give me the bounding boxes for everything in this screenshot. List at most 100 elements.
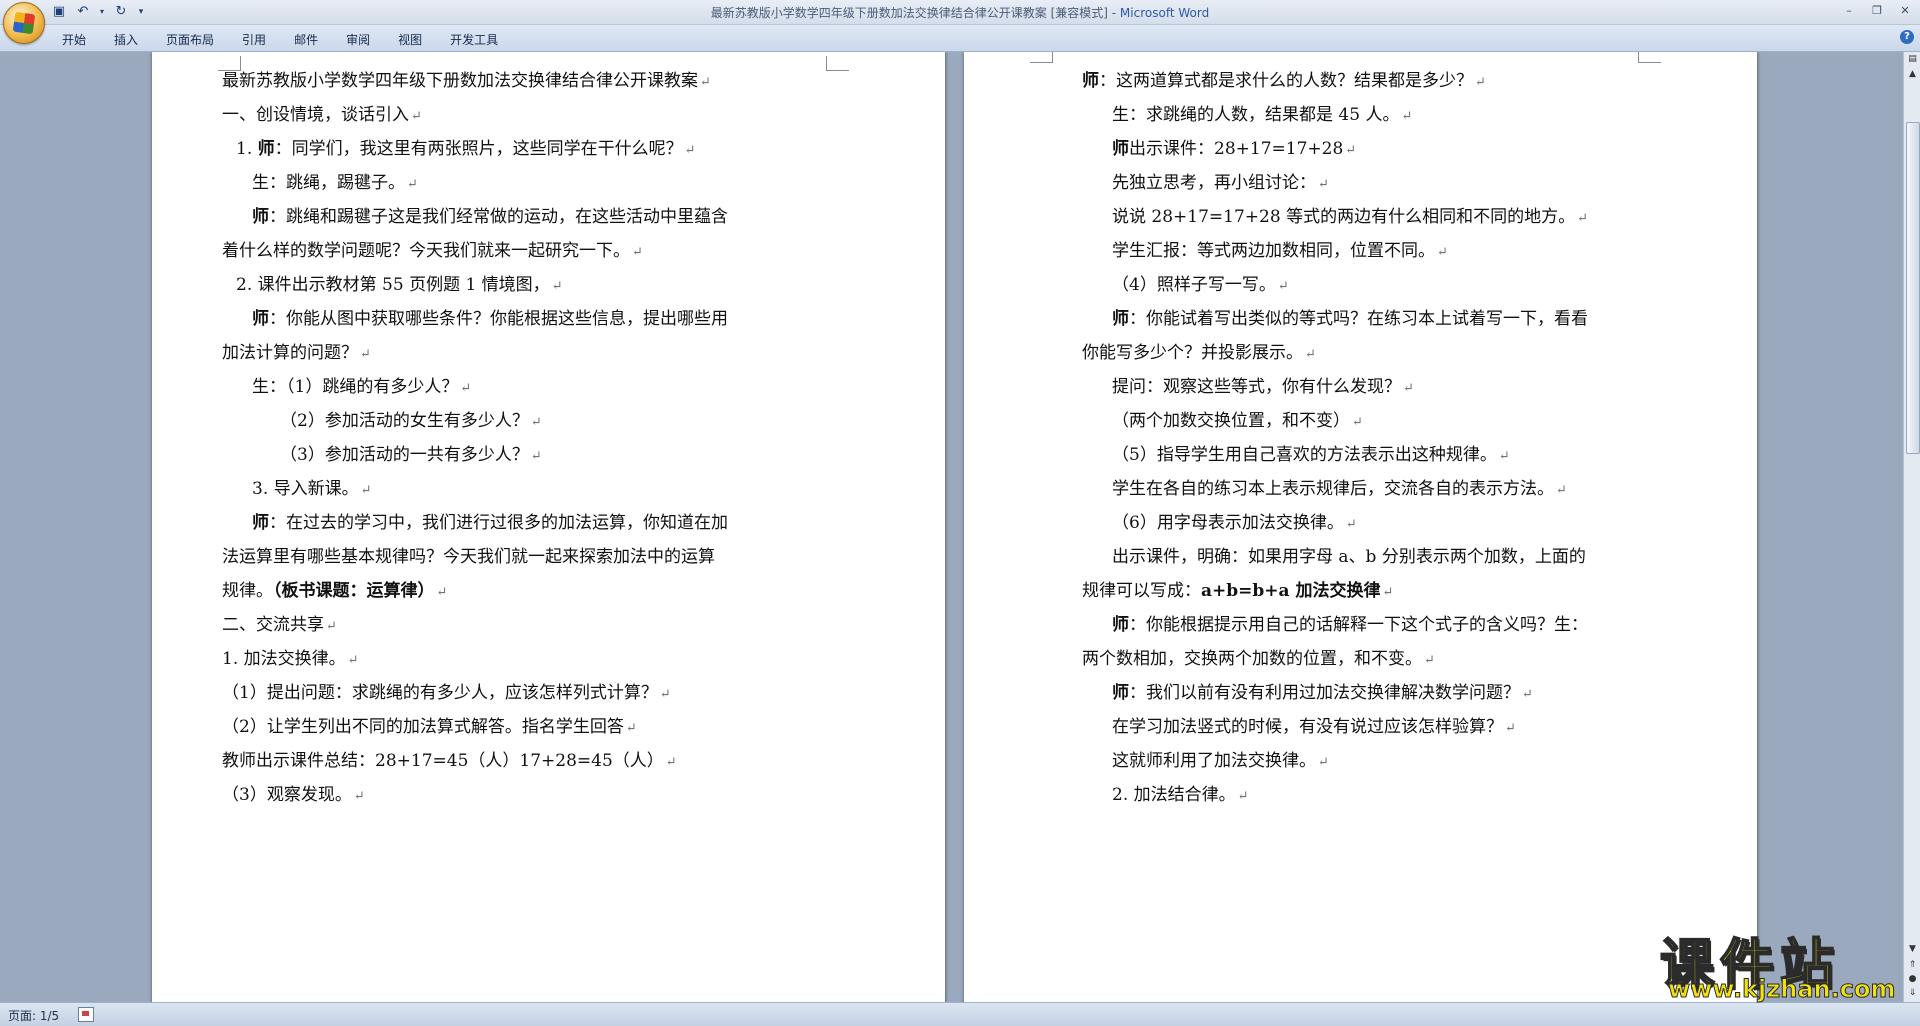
right-paragraph-10[interactable]: 提问：观察这些等式，你有什么发现？ ↵ bbox=[1112, 376, 1414, 400]
left-paragraph-7[interactable]: 2. 课件出示教材第 55 页例题 1 情境图， ↵ bbox=[236, 274, 563, 298]
scroll-thumb[interactable] bbox=[1906, 122, 1920, 454]
close-icon[interactable]: ✕ bbox=[1896, 2, 1914, 20]
paragraph-text: （3）观察发现。 bbox=[222, 785, 352, 805]
right-paragraph-11[interactable]: （两个加数交换位置，和不变） ↵ bbox=[1112, 410, 1363, 434]
right-paragraph-9[interactable]: 你能写多少个？并投影展示。 ↵ bbox=[1082, 342, 1316, 366]
right-paragraph-6[interactable]: 学生汇报：等式两边加数相同，位置不同。 ↵ bbox=[1112, 240, 1448, 264]
tab-view[interactable]: 视图 bbox=[386, 29, 434, 50]
paragraph-text: 加法计算的问题？ bbox=[222, 343, 358, 363]
paragraph-text: 生：（1）跳绳的有多少人？ bbox=[252, 377, 459, 397]
left-paragraph-20[interactable]: （2）让学生列出不同的加法算式解答。指名学生回答 ↵ bbox=[222, 716, 637, 740]
left-paragraph-14[interactable]: 师：在过去的学习中，我们进行过很多的加法运算，你知道在加 bbox=[252, 512, 728, 534]
paragraph-mark-icon: ↵ bbox=[1498, 449, 1510, 464]
right-paragraph-14[interactable]: （6）用字母表示加法交换律。 ↵ bbox=[1112, 512, 1357, 536]
paragraph-text: 2. 加法结合律。 bbox=[1112, 785, 1236, 805]
paragraph-text: （3）参加活动的一共有多少人？ bbox=[280, 445, 529, 465]
document-page-left[interactable]: 最新苏教版小学数学四年级下册数加法交换律结合律公开课教案 ↵ 一、创设情境，谈话引入… bbox=[152, 52, 945, 1002]
left-paragraph-12[interactable]: （3）参加活动的一共有多少人？ ↵ bbox=[280, 444, 542, 468]
left-paragraph-10[interactable]: 生：（1）跳绳的有多少人？ ↵ bbox=[252, 376, 471, 400]
right-paragraph-21[interactable]: 这就师利用了加法交换律。 ↵ bbox=[1112, 750, 1329, 774]
paragraph-text: 1. 加法交换律。 bbox=[222, 649, 346, 669]
left-paragraph-9[interactable]: 加法计算的问题？ ↵ bbox=[222, 342, 371, 366]
next-page-icon[interactable]: ⇓ bbox=[1905, 986, 1920, 1000]
tab-insert[interactable]: 插入 bbox=[102, 29, 150, 50]
right-paragraph-18[interactable]: 两个数相加，交换两个加数的位置，和不变。 ↵ bbox=[1082, 648, 1435, 672]
tab-developer[interactable]: 开发工具 bbox=[438, 29, 510, 50]
paragraph-mark-icon: ↵ bbox=[1437, 245, 1448, 260]
left-paragraph-22[interactable]: （3）观察发现。 ↵ bbox=[222, 784, 365, 808]
help-icon[interactable]: ? bbox=[1900, 30, 1914, 44]
tab-home[interactable]: 开始 bbox=[50, 29, 98, 50]
left-paragraph-15[interactable]: 法运算里有哪些基本规律吗？今天我们就一起来探索加法中的运算 bbox=[222, 546, 715, 568]
paragraph-mark-icon: ↵ bbox=[353, 789, 365, 804]
paragraph-text: （两个加数交换位置，和不变） bbox=[1112, 411, 1350, 431]
speaker-label: 师 bbox=[252, 207, 269, 227]
right-paragraph-15[interactable]: 出示课件，明确：如果用字母 a、b 分别表示两个加数，上面的 bbox=[1112, 546, 1586, 568]
tab-mailings[interactable]: 邮件 bbox=[282, 29, 330, 50]
left-paragraph-19[interactable]: （1）提出问题：求跳绳的有多少人，应该怎样列式计算？ ↵ bbox=[222, 682, 671, 706]
select-browse-object-icon[interactable]: ● bbox=[1905, 972, 1920, 986]
paragraph-mark-icon: ↵ bbox=[1475, 75, 1486, 90]
right-paragraph-8[interactable]: 师：你能试着写出类似的等式吗？在练习本上试着写一下，看看 bbox=[1112, 308, 1588, 330]
document-page-right[interactable]: 师：这两道算式都是求什么的人数？结果都是多少？ ↵ 生：求跳绳的人数，结果都是 45… bbox=[964, 52, 1757, 1002]
right-paragraph-2[interactable]: 生：求跳绳的人数，结果都是 45 人。 ↵ bbox=[1112, 104, 1412, 128]
left-paragraph-13[interactable]: 3. 导入新课。 ↵ bbox=[252, 478, 372, 502]
right-paragraph-19[interactable]: 师：我们以前有没有利用过加法交换律解决数学问题？ ↵ bbox=[1112, 682, 1533, 706]
scroll-down-icon[interactable]: ▼ bbox=[1905, 942, 1920, 956]
paragraph-text: 出示课件：28+17=17+28 bbox=[1129, 139, 1344, 159]
right-paragraph-5[interactable]: 说说 28+17=17+28 等式的两边有什么相同和不同的地方。 ↵ bbox=[1112, 206, 1588, 230]
right-paragraph-1[interactable]: 师：这两道算式都是求什么的人数？结果都是多少？ ↵ bbox=[1082, 70, 1486, 94]
tab-review[interactable]: 审阅 bbox=[334, 29, 382, 50]
left-paragraph-17[interactable]: 二、交流共享 ↵ bbox=[222, 614, 337, 638]
right-paragraph-13[interactable]: 学生在各自的练习本上表示规律后，交流各自的表示方法。 ↵ bbox=[1112, 478, 1567, 502]
app-name: Microsoft Word bbox=[1119, 6, 1210, 20]
right-paragraph-7[interactable]: （4）照样子写一写。 ↵ bbox=[1112, 274, 1289, 298]
right-paragraph-4[interactable]: 先独立思考，再小组讨论： ↵ bbox=[1112, 172, 1329, 196]
paragraph-text: 这就师利用了加法交换律。 bbox=[1112, 751, 1316, 771]
right-paragraph-16[interactable]: 规律可以写成：a+b=b+a 加法交换律 ↵ bbox=[1082, 580, 1393, 604]
page-indicator[interactable]: 页面: 1/5 bbox=[8, 1007, 59, 1024]
restore-icon[interactable]: ❐ bbox=[1868, 2, 1886, 20]
paragraph-mark-icon: ↵ bbox=[684, 143, 696, 158]
tab-references[interactable]: 引用 bbox=[230, 29, 278, 50]
office-button[interactable] bbox=[3, 2, 45, 44]
right-paragraph-17[interactable]: 师：你能根据提示用自己的话解释一下这个式子的含义吗？生： bbox=[1112, 614, 1588, 636]
tab-page-layout[interactable]: 页面布局 bbox=[154, 29, 226, 50]
paragraph-text: 二、交流共享 bbox=[222, 615, 324, 635]
vertical-scrollbar[interactable]: ▤ ▲ ▼ ⇑ ● ⇓ bbox=[1903, 52, 1920, 1002]
document-workspace[interactable]: 最新苏教版小学数学四年级下册数加法交换律结合律公开课教案 ↵ 一、创设情境，谈话引入… bbox=[0, 52, 1903, 1002]
left-paragraph-5[interactable]: 师：跳绳和踢毽子这是我们经常做的运动，在这些活动中里蕴含 bbox=[252, 206, 728, 228]
right-paragraph-20[interactable]: 在学习加法竖式的时候，有没有说过应该怎样验算？ ↵ bbox=[1112, 716, 1516, 740]
left-paragraph-2[interactable]: 一、创设情境，谈话引入 ↵ bbox=[222, 104, 422, 128]
left-paragraph-3[interactable]: 1. 师：同学们，我这里有两张照片，这些同学在干什么呢？ ↵ bbox=[236, 138, 696, 162]
left-paragraph-21[interactable]: 教师出示课件总结：28+17=45（人）17+28=45（人） ↵ bbox=[222, 750, 677, 774]
proofing-icon[interactable] bbox=[78, 1007, 94, 1022]
paragraph-text: （2）让学生列出不同的加法算式解答。指名学生回答 bbox=[222, 717, 624, 737]
scroll-up-icon[interactable]: ▲ bbox=[1905, 67, 1920, 81]
left-paragraph-16[interactable]: 规律。（板书课题：运算律） ↵ bbox=[222, 580, 447, 604]
list-number: 1. bbox=[236, 139, 258, 159]
paragraph-text: 先独立思考，再小组讨论： bbox=[1112, 173, 1316, 193]
left-paragraph-18[interactable]: 1. 加法交换律。 ↵ bbox=[222, 648, 359, 672]
previous-page-icon[interactable]: ⇑ bbox=[1905, 958, 1920, 972]
speaker-label: 师 bbox=[1082, 71, 1099, 91]
paragraph-text: 学生在各自的练习本上表示规律后，交流各自的表示方法。 bbox=[1112, 479, 1554, 499]
paragraph-text: 生：求跳绳的人数，结果都是 45 人。 bbox=[1112, 105, 1400, 125]
minimize-icon[interactable]: – bbox=[1840, 2, 1858, 20]
right-paragraph-12[interactable]: （5）指导学生用自己喜欢的方法表示出这种规律。 ↵ bbox=[1112, 444, 1510, 468]
paragraph-text: 法运算里有哪些基本规律吗？今天我们就一起来探索加法中的运算 bbox=[222, 547, 715, 567]
left-paragraph-4[interactable]: 生：跳绳，踢毽子。 ↵ bbox=[252, 172, 418, 196]
paragraph-text: ：你能从图中获取哪些条件？你能根据这些信息，提出哪些用 bbox=[269, 309, 728, 329]
ruler-toggle-icon[interactable]: ▤ bbox=[1905, 52, 1920, 66]
paragraph-text: ：你能试着写出类似的等式吗？在练习本上试着写一下，看看 bbox=[1129, 309, 1588, 329]
paragraph-text: ：跳绳和踢毽子这是我们经常做的运动，在这些活动中里蕴含 bbox=[269, 207, 728, 227]
paragraph-mark-icon: ↵ bbox=[1318, 177, 1329, 192]
paragraph-mark-icon: ↵ bbox=[1522, 687, 1533, 702]
left-paragraph-1[interactable]: 最新苏教版小学数学四年级下册数加法交换律结合律公开课教案 ↵ bbox=[222, 70, 711, 94]
left-paragraph-6[interactable]: 着什么样的数学问题呢？今天我们就来一起研究一下。 ↵ bbox=[222, 240, 643, 264]
right-paragraph-22[interactable]: 2. 加法结合律。 ↵ bbox=[1112, 784, 1249, 808]
right-paragraph-3[interactable]: 师出示课件：28+17=17+28 ↵ bbox=[1112, 138, 1356, 162]
paragraph-mark-icon: ↵ bbox=[665, 755, 677, 770]
left-paragraph-8[interactable]: 师：你能从图中获取哪些条件？你能根据这些信息，提出哪些用 bbox=[252, 308, 728, 330]
left-paragraph-11[interactable]: （2）参加活动的女生有多少人？ ↵ bbox=[280, 410, 542, 434]
